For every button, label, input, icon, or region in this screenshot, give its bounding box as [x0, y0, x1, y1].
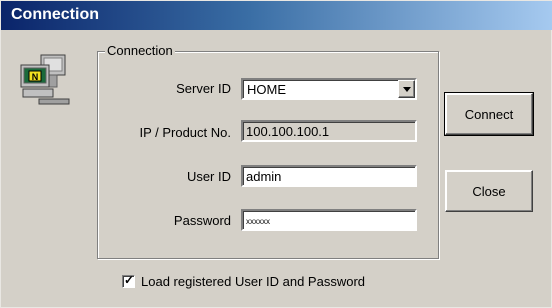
server-id-label: Server ID [176, 81, 231, 96]
checkmark-icon: ✓ [124, 273, 135, 287]
connection-dialog: Connection N Connection Server ID HOME I… [0, 0, 552, 308]
connect-button[interactable]: Connect [444, 92, 534, 136]
network-computer-icon: N [20, 54, 70, 105]
title-bar[interactable]: Connection [1, 1, 552, 30]
chevron-down-icon [403, 87, 411, 92]
user-id-label: User ID [186, 169, 231, 184]
load-registered-label[interactable]: Load registered User ID and Password [141, 274, 365, 289]
password-input[interactable] [241, 209, 417, 231]
server-id-value: HOME [247, 82, 286, 97]
server-id-select[interactable]: HOME [241, 78, 417, 100]
ip-field [241, 120, 417, 142]
svg-text:N: N [32, 72, 39, 82]
dropdown-button[interactable] [398, 80, 415, 98]
password-label: Password [173, 213, 231, 228]
user-id-input[interactable] [241, 165, 417, 187]
close-button[interactable]: Close [445, 170, 533, 212]
window-title: Connection [11, 6, 99, 23]
ip-label: IP / Product No. [139, 125, 231, 140]
group-legend: Connection [105, 43, 175, 58]
load-registered-checkbox[interactable]: ✓ [122, 273, 135, 288]
